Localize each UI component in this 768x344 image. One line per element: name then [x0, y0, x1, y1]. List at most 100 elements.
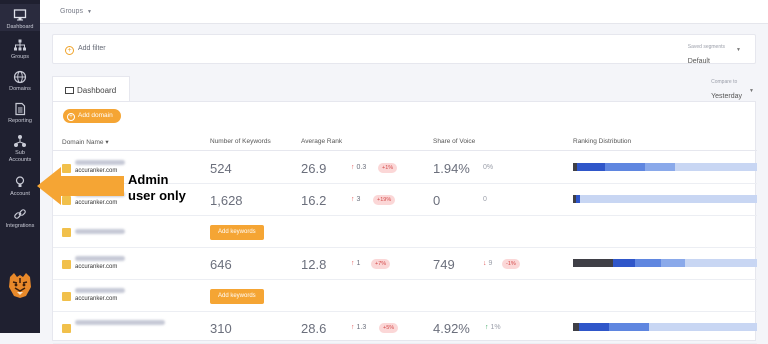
groups-dropdown-label: Groups — [60, 8, 83, 15]
monitor-icon — [13, 9, 27, 21]
domain-host[interactable]: accuranker.com — [75, 264, 117, 270]
monitor-icon — [65, 87, 74, 94]
sidebar-item-label: Sub Accounts — [8, 150, 32, 163]
rank-change: ↑ 3 — [351, 196, 360, 203]
favicon — [62, 292, 71, 301]
annotation-line-1: Admin — [128, 172, 169, 187]
rank-change-badge: +1% — [378, 163, 398, 173]
rank-change-badge: +5% — [379, 323, 399, 333]
ranking-distribution-bar — [573, 163, 757, 171]
sidebar-item-label: Groups — [10, 54, 30, 60]
sub-accounts-icon — [14, 135, 26, 147]
tab-dashboard-label: Dashboard — [77, 86, 117, 95]
compare-to-label: Compare to — [711, 79, 738, 85]
keywords-count: 1,628 — [210, 193, 243, 208]
column-header-domain-name[interactable]: Domain Name ▾ — [62, 138, 109, 146]
sitemap-icon — [14, 39, 26, 51]
domain-name-redacted — [75, 160, 125, 165]
column-header-average-rank[interactable]: Average Rank — [301, 138, 342, 145]
domains-table-panel: + Add domain Domain Name ▾ Number of Keyw… — [52, 101, 757, 344]
average-rank: 26.9 — [301, 161, 327, 176]
sidebar-item-reporting[interactable]: Reporting — [0, 102, 40, 125]
share-of-voice: 4.92% — [433, 321, 470, 336]
add-domain-label: Add domain — [78, 112, 113, 119]
domain-name-redacted — [75, 256, 125, 261]
rank-change-value: 0.3 — [356, 164, 367, 171]
arrow-up-icon: ↑ — [351, 196, 355, 203]
admin-only-annotation: Admin user only — [128, 172, 186, 204]
sidebar-item-domains[interactable]: Domains — [0, 70, 40, 93]
top-bar: Groups ▼ — [40, 0, 768, 24]
add-domain-button[interactable]: + Add domain — [63, 109, 121, 123]
domain-host[interactable]: accuranker.com — [75, 296, 117, 302]
tiger-logo — [9, 273, 31, 298]
ranking-distribution-bar — [573, 323, 757, 331]
column-header-keywords[interactable]: Number of Keywords — [210, 138, 271, 145]
annotation-arrow — [37, 167, 124, 205]
sidebar-item-label: Reporting — [8, 118, 32, 124]
sidebar-item-dashboard[interactable]: Dashboard — [0, 4, 40, 31]
share-of-voice-change-value: 1% — [490, 324, 501, 331]
compare-to-select[interactable]: Compare to Yesterday — [711, 79, 742, 103]
chevron-down-icon[interactable]: ▼ — [736, 47, 741, 53]
share-of-voice: 749 — [433, 257, 455, 272]
ranking-distribution-bar — [573, 259, 757, 267]
domain-name-redacted — [75, 229, 125, 234]
table-row[interactable]: 310 28.6 ↑ 1.3 +5% 4.92% ↑ 1% — [53, 312, 757, 344]
share-of-voice-change-value: 9 — [488, 260, 493, 267]
average-rank: 12.8 — [301, 257, 327, 272]
saved-segments-value: Default — [687, 58, 710, 65]
sidebar: Dashboard Groups Domains Reporting Sub A… — [0, 0, 40, 333]
table-row[interactable]: accuranker.com Add keywords — [53, 280, 757, 312]
favicon — [62, 260, 71, 269]
rank-change-value: 1 — [356, 260, 361, 267]
sidebar-item-label: Dashboard — [6, 24, 34, 30]
sidebar-item-label: Domains — [9, 86, 31, 92]
sidebar-item-sub-accounts[interactable]: Sub Accounts — [0, 134, 40, 164]
sidebar-item-groups[interactable]: Groups — [0, 38, 40, 61]
add-keywords-button[interactable]: Add keywords — [210, 289, 264, 304]
plus-circle-icon: + — [67, 113, 75, 121]
annotation-line-2: user only — [128, 188, 186, 203]
link-icon — [14, 209, 26, 219]
ranking-distribution-bar — [573, 195, 757, 203]
domain-name-redacted — [75, 320, 165, 325]
arrow-up-icon: ↑ — [485, 324, 489, 331]
rank-change: ↑ 0.3 — [351, 164, 366, 171]
column-header-share-of-voice[interactable]: Share of Voice — [433, 138, 475, 145]
share-of-voice: 1.94% — [433, 161, 470, 176]
arrow-up-icon: ↑ — [351, 324, 355, 331]
keywords-count: 646 — [210, 257, 232, 272]
saved-segments-select[interactable]: Saved segments Default — [688, 44, 725, 68]
chevron-down-icon[interactable]: ▼ — [749, 88, 754, 94]
share-of-voice-badge: -1% — [502, 259, 520, 269]
favicon — [62, 228, 71, 237]
sidebar-item-label: Account — [10, 191, 30, 197]
saved-segments-label: Saved segments — [687, 44, 725, 50]
share-of-voice-change: 0% — [483, 164, 494, 171]
add-keywords-button[interactable]: Add keywords — [210, 225, 264, 240]
document-icon — [15, 102, 26, 116]
tab-dashboard[interactable]: Dashboard — [52, 76, 130, 102]
chevron-down-icon: ▼ — [86, 9, 92, 15]
keywords-count: 310 — [210, 321, 232, 336]
groups-dropdown[interactable]: Groups ▼ — [60, 8, 92, 15]
table-row[interactable]: Add keywords — [53, 216, 757, 248]
rank-change-badge: +19% — [373, 195, 396, 205]
column-header-ranking-distribution[interactable]: Ranking Distribution — [573, 138, 631, 145]
share-of-voice-change: ↓ 9 — [483, 260, 492, 267]
keywords-count: 524 — [210, 161, 232, 176]
share-of-voice: 0 — [433, 193, 441, 208]
share-of-voice-change: 0 — [483, 196, 487, 203]
table-row[interactable]: accuranker.com 646 12.8 ↑ 1 +7% 749 ↓ 9 -1… — [53, 248, 757, 280]
globe-icon — [13, 70, 27, 84]
filter-bar: + Add filter Saved segments Default ▼ — [52, 34, 756, 65]
favicon — [62, 324, 71, 333]
sidebar-item-integrations[interactable]: Integrations — [0, 207, 40, 230]
domain-name-redacted — [75, 288, 125, 293]
share-of-voice-change: ↑ 1% — [485, 324, 501, 331]
sidebar-item-account[interactable]: Account — [0, 175, 40, 198]
add-filter-button[interactable]: + Add filter — [65, 45, 106, 55]
add-filter-label: Add filter — [78, 45, 106, 52]
rank-change: ↑ 1.3 — [351, 324, 366, 331]
